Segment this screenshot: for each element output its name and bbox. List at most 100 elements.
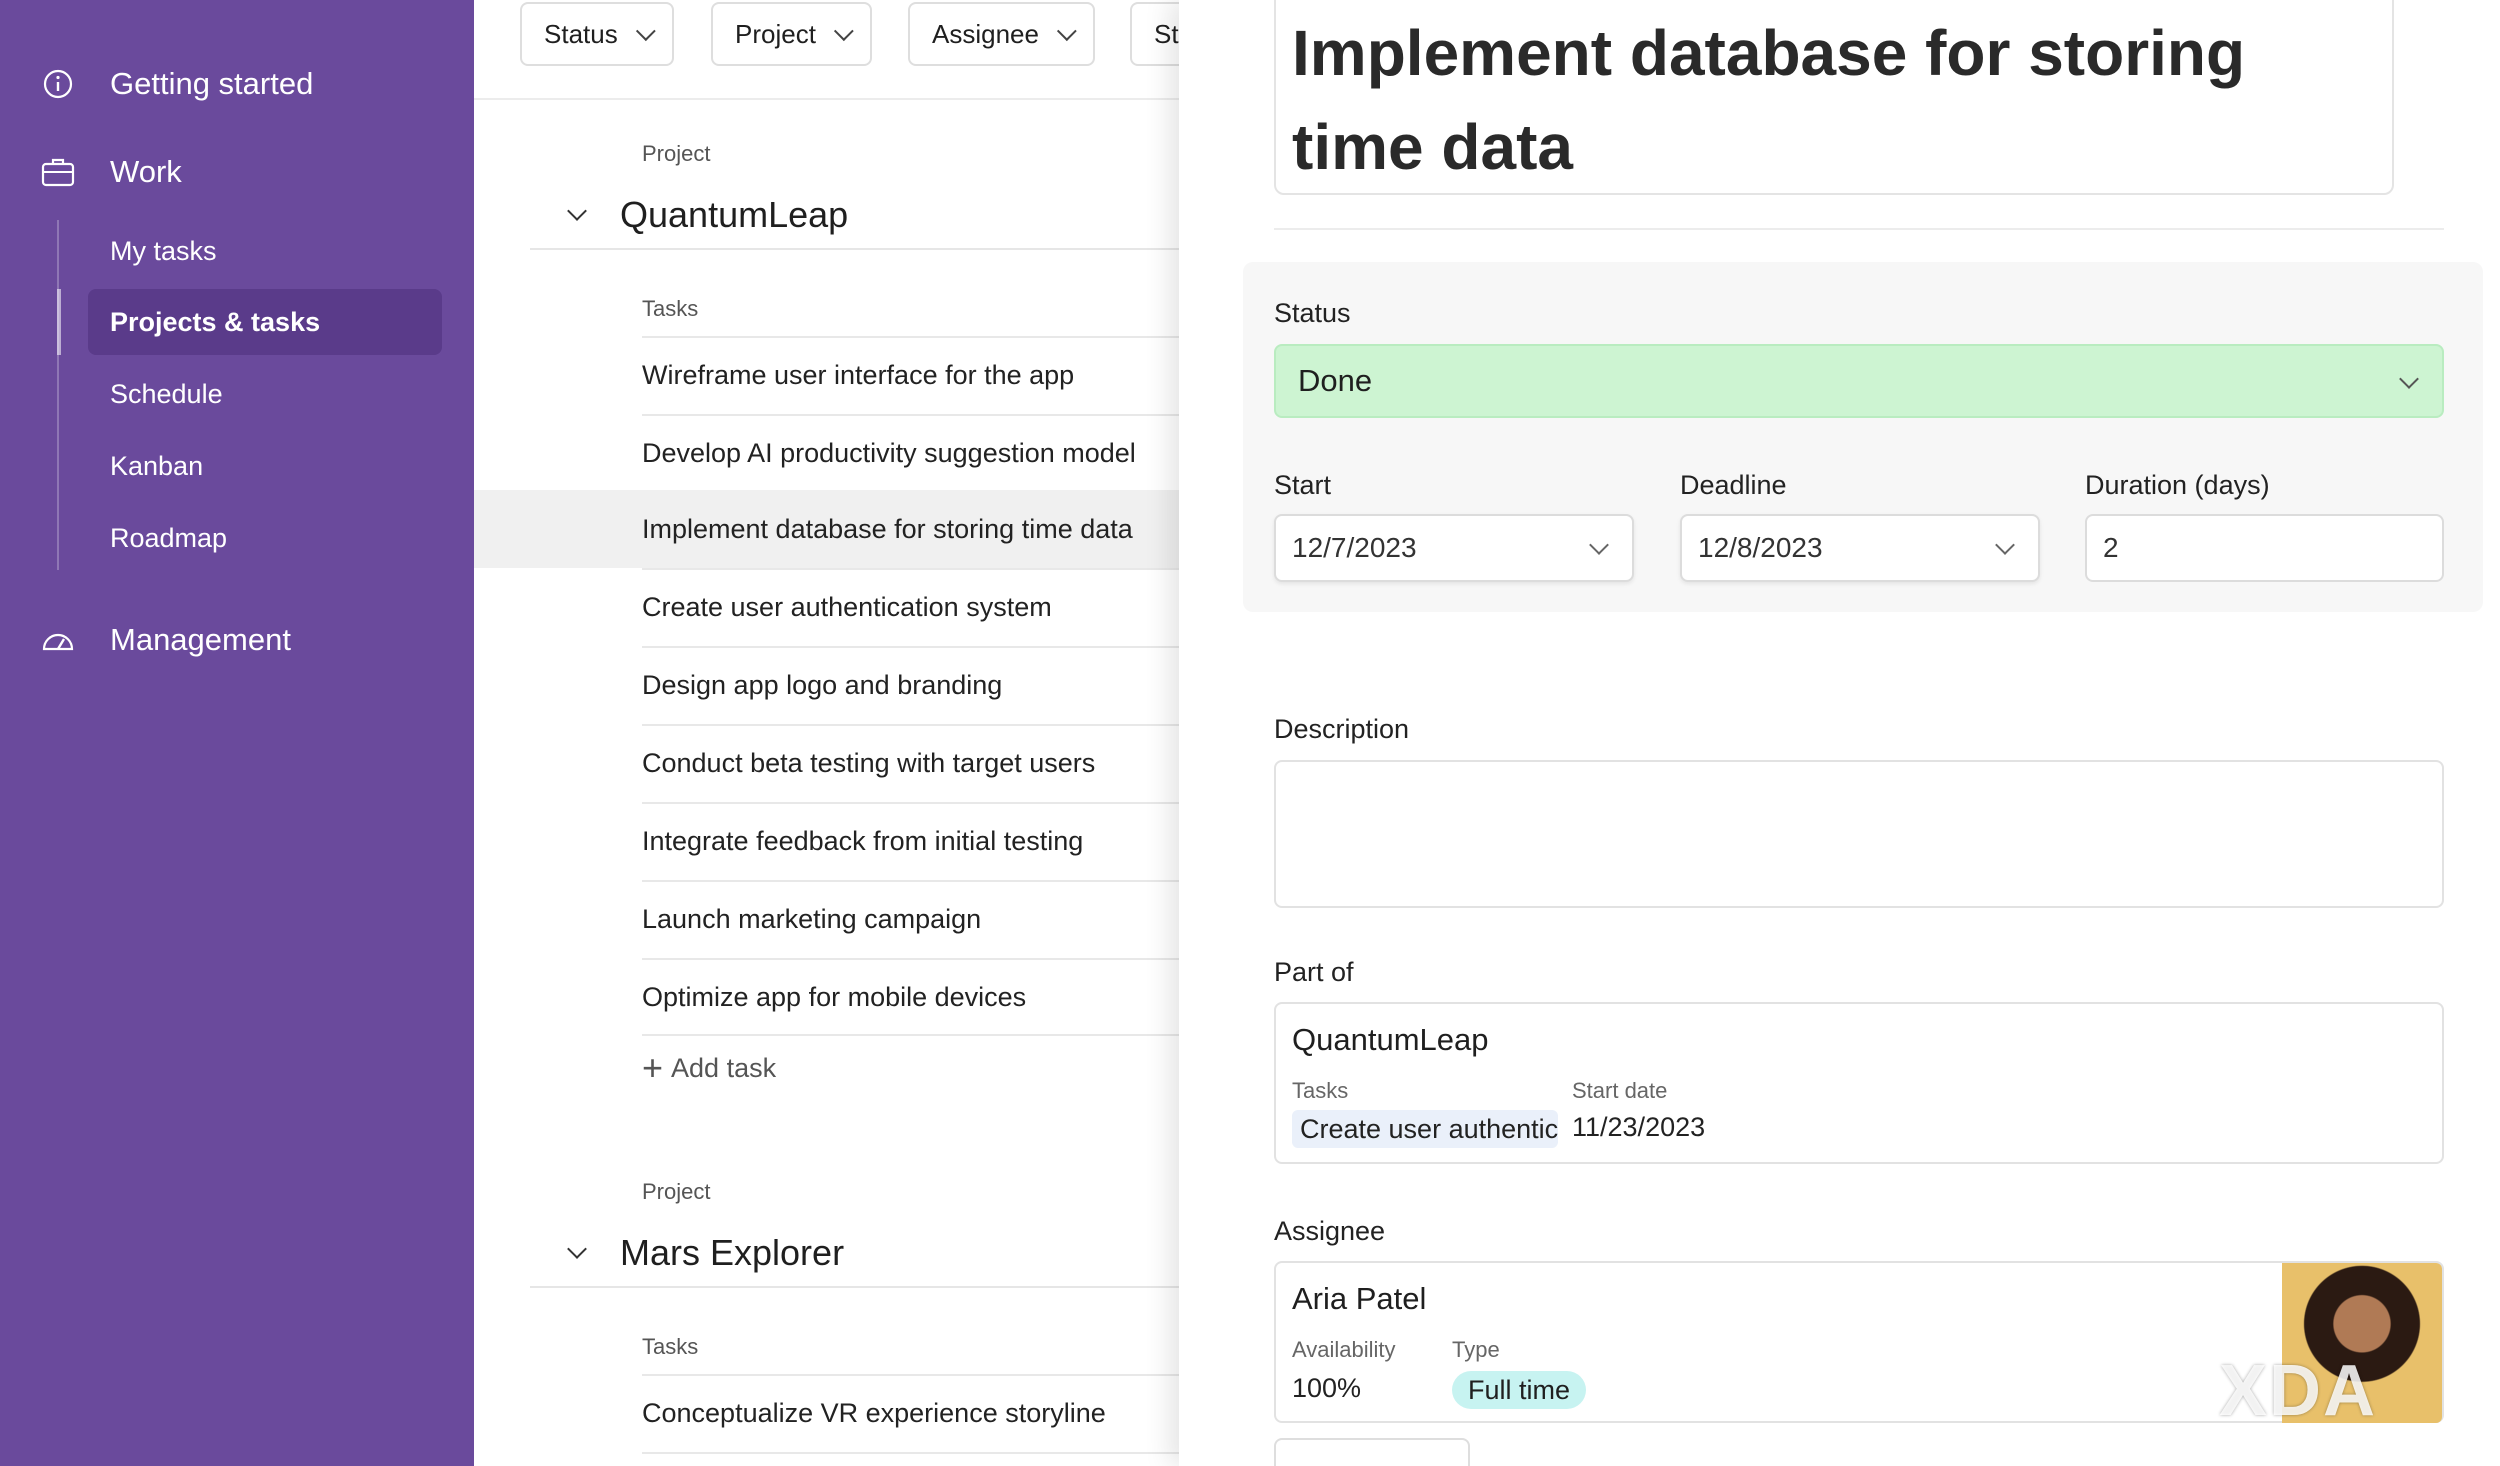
nav-label: Work xyxy=(110,154,182,189)
nav-management[interactable]: Management xyxy=(40,622,291,658)
status-value: Done xyxy=(1298,363,1373,398)
task-label: Optimize app for mobile devices xyxy=(642,981,1027,1012)
project-name: QuantumLeap xyxy=(620,194,849,235)
start-date-picker[interactable]: 12/7/2023 xyxy=(1274,514,1634,582)
task-label: Design app logo and branding xyxy=(642,669,1003,700)
part-of-start-date-label: Start date xyxy=(1572,1078,1668,1103)
part-of-card[interactable]: QuantumLeap Tasks Create user authentica… xyxy=(1274,1002,2444,1164)
task-row[interactable]: Conceptualize VR experience storyline xyxy=(474,1374,1179,1452)
description-textarea[interactable] xyxy=(1274,760,2444,908)
filter-label: St xyxy=(1154,18,1179,49)
part-of-tasks-label: Tasks xyxy=(1292,1078,1349,1103)
task-row[interactable]: Wireframe user interface for the app xyxy=(474,336,1179,414)
filter-label: Assignee xyxy=(932,18,1039,49)
chevron-down-icon xyxy=(1589,535,1609,555)
nav-label: Management xyxy=(110,622,291,657)
chevron-down-icon xyxy=(635,21,656,42)
part-of-task-chip[interactable]: Create user authentication system xyxy=(1292,1110,1558,1148)
divider xyxy=(1274,228,2444,230)
filter-label: Project xyxy=(735,18,816,49)
sidebar-item-schedule[interactable]: Schedule xyxy=(88,361,442,427)
task-detail-panel: Implement database for storing time data… xyxy=(1179,0,2500,1466)
chevron-down-icon xyxy=(833,21,854,42)
task-label: Develop AI productivity suggestion model xyxy=(642,437,1136,468)
nav-work[interactable]: Work xyxy=(40,154,182,190)
task-row[interactable]: Create user authentication system xyxy=(474,568,1179,646)
status-label: Status xyxy=(1274,298,1351,328)
deadline-value: 12/8/2023 xyxy=(1698,532,1823,563)
type-label: Type xyxy=(1452,1337,1500,1362)
project-name: Mars Explorer xyxy=(620,1232,845,1273)
task-row[interactable]: Develop AI productivity suggestion model xyxy=(474,414,1179,492)
availability-label: Availability xyxy=(1292,1337,1396,1362)
tasks-caption: Tasks xyxy=(642,1334,699,1359)
filter-status-button[interactable]: Status xyxy=(520,2,674,66)
sidebar-item-my-tasks[interactable]: My tasks xyxy=(88,218,442,284)
task-title: Implement database for storing time data xyxy=(1292,17,2246,183)
task-row[interactable]: Design app logo and branding xyxy=(474,646,1179,724)
task-row[interactable]: Launch marketing campaign xyxy=(474,880,1179,958)
duration-value: 2 xyxy=(2103,532,2119,563)
task-label: Implement database for storing time data xyxy=(642,513,1133,544)
start-value: 12/7/2023 xyxy=(1292,532,1417,563)
part-of-project-name: QuantumLeap xyxy=(1292,1022,1489,1057)
info-icon xyxy=(40,66,76,102)
type-chip: Full time xyxy=(1452,1371,1587,1409)
project-caption: Project xyxy=(642,141,711,166)
sidebar: Getting started Work My tasks Projects &… xyxy=(0,0,474,1466)
submenu-guide-line xyxy=(57,220,59,570)
status-select[interactable]: Done xyxy=(1274,344,2444,418)
watermark-logo: XDA xyxy=(2219,1351,2378,1431)
briefcase-icon xyxy=(40,154,76,190)
task-row[interactable]: Conduct beta testing with target users xyxy=(474,724,1179,802)
task-list-pane: Status Project Assignee St Project Quant… xyxy=(474,0,1179,1466)
part-of-label: Part of xyxy=(1274,957,1354,987)
deadline-label: Deadline xyxy=(1680,470,1787,500)
assignee-label: Assignee xyxy=(1274,1216,1386,1246)
chevron-down-icon xyxy=(1056,21,1077,42)
nav-label: Getting started xyxy=(110,66,314,101)
duration-label: Duration (days) xyxy=(2085,470,2270,500)
tasks-caption: Tasks xyxy=(642,296,699,321)
chevron-down-icon[interactable] xyxy=(567,201,587,221)
filter-assignee-button[interactable]: Assignee xyxy=(908,2,1095,66)
description-label: Description xyxy=(1274,714,1410,744)
task-label: Conceptualize VR experience storyline xyxy=(642,1397,1106,1428)
sidebar-item-kanban[interactable]: Kanban xyxy=(88,433,442,499)
project-caption: Project xyxy=(642,1179,711,1204)
task-label: Wireframe user interface for the app xyxy=(642,359,1075,390)
project-header-quantumleap[interactable]: QuantumLeap xyxy=(530,182,1179,250)
task-label: Create user authentication system xyxy=(642,591,1052,622)
filter-bar: Status Project Assignee St xyxy=(474,0,1179,100)
task-label: Conduct beta testing with target users xyxy=(642,747,1096,778)
task-row[interactable]: Integrate feedback from initial testing xyxy=(474,802,1179,880)
plus-icon: + xyxy=(642,1047,664,1088)
add-assignee-button[interactable] xyxy=(1274,1438,1470,1466)
task-list-end-rule xyxy=(474,1034,1179,1036)
gauge-icon xyxy=(40,622,76,658)
deadline-date-picker[interactable]: 12/8/2023 xyxy=(1680,514,2040,582)
filter-start-button[interactable]: St xyxy=(1130,2,1179,66)
duration-input[interactable]: 2 xyxy=(2085,514,2444,582)
chevron-down-icon xyxy=(2399,369,2419,389)
availability-value: 100% xyxy=(1292,1373,1362,1403)
filter-project-button[interactable]: Project xyxy=(711,2,872,66)
assignee-name: Aria Patel xyxy=(1292,1281,1427,1316)
chevron-down-icon xyxy=(1995,535,2015,555)
part-of-start-date-value: 11/23/2023 xyxy=(1572,1112,1706,1142)
sidebar-item-roadmap[interactable]: Roadmap xyxy=(88,505,442,571)
nav-getting-started[interactable]: Getting started xyxy=(40,66,313,102)
task-row-selected[interactable]: Implement database for storing time data xyxy=(474,490,1179,568)
task-label: Launch marketing campaign xyxy=(642,903,982,934)
task-row[interactable]: Optimize app for mobile devices xyxy=(474,958,1179,1036)
task-list-end-rule xyxy=(474,1452,1179,1454)
task-title-field[interactable]: Implement database for storing time data xyxy=(1274,0,2394,195)
add-task-label: Add task xyxy=(671,1052,777,1083)
add-task-button[interactable]: + Add task xyxy=(642,1050,776,1086)
sidebar-item-projects-tasks[interactable]: Projects & tasks xyxy=(57,289,442,355)
chevron-down-icon[interactable] xyxy=(567,1239,587,1259)
start-label: Start xyxy=(1274,470,1332,500)
filter-label: Status xyxy=(544,18,618,49)
task-label: Integrate feedback from initial testing xyxy=(642,825,1084,856)
project-header-mars-explorer[interactable]: Mars Explorer xyxy=(530,1220,1179,1288)
